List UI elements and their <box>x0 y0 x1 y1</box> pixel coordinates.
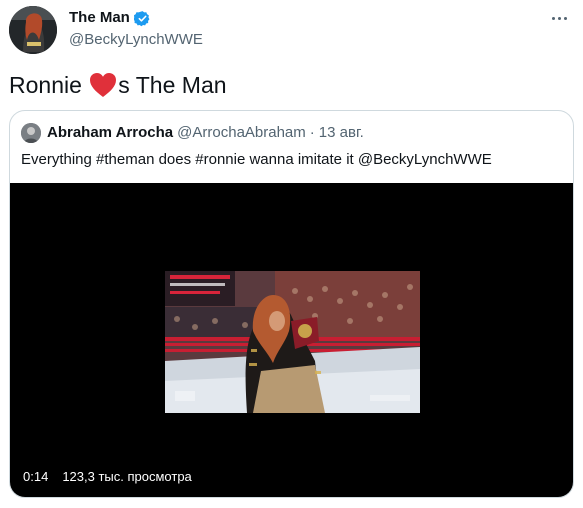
quoted-tweet[interactable]: Abraham Arrocha @ArrochaAbraham · 13 авг… <box>9 110 574 498</box>
quote-header: Abraham Arrocha @ArrochaAbraham · 13 авг… <box>21 123 364 143</box>
video-meta: 0:14 123,3 тыс. просмотра <box>23 469 192 485</box>
author-handle[interactable]: @BeckyLynchWWE <box>69 31 203 49</box>
quote-text: Everything #theman does #ronnie wanna im… <box>21 151 492 168</box>
quote-author-avatar[interactable] <box>21 123 41 143</box>
red-heart-emoji <box>90 73 117 97</box>
video-duration: 0:14 <box>23 469 49 484</box>
tweet-text: Ronnie s The Man <box>9 71 227 99</box>
video-view-count: 123,3 тыс. просмотра <box>62 469 192 484</box>
verified-badge-icon <box>133 10 150 26</box>
tweet-text-end: s The Man <box>118 72 227 98</box>
quote-author-handle[interactable]: @ArrochaAbraham <box>177 124 306 142</box>
quote-separator: · <box>309 124 315 141</box>
author-name[interactable]: The Man <box>69 9 151 27</box>
more-options-icon[interactable] <box>547 8 571 28</box>
video-thumbnail <box>165 271 420 413</box>
author-name-text: The Man <box>69 9 130 26</box>
tweet-text-start: Ronnie <box>9 72 89 98</box>
quote-author-name[interactable]: Abraham Arrocha <box>47 124 173 142</box>
video-player[interactable]: 0:14 123,3 тыс. просмотра <box>10 183 573 497</box>
author-avatar[interactable] <box>9 6 57 54</box>
quote-date[interactable]: 13 авг. <box>319 124 364 142</box>
